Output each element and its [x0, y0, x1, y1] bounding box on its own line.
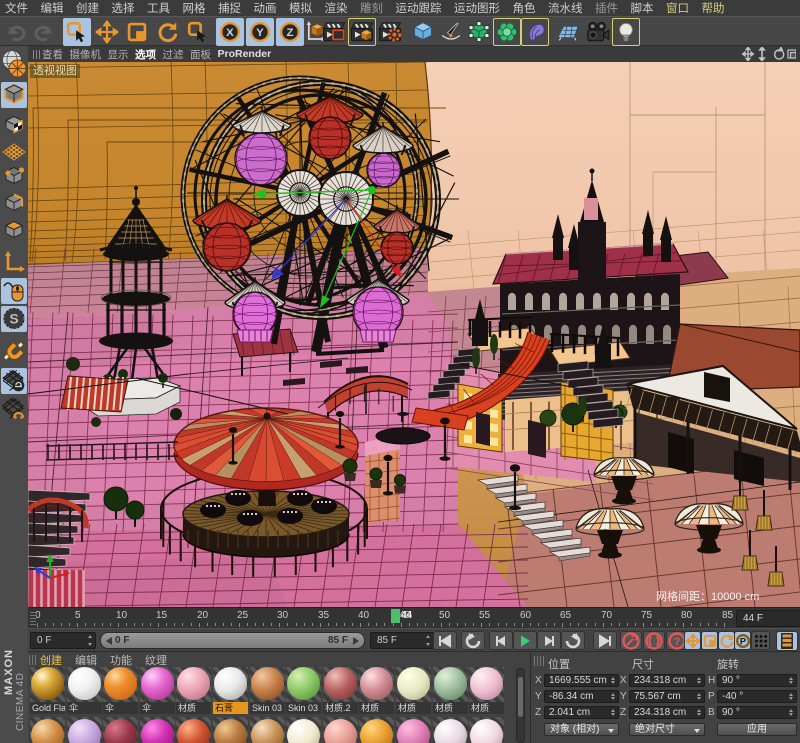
- svg-text:网格间距：10000 cm: 网格间距：10000 cm: [656, 589, 759, 603]
- svg-text:X: X: [226, 27, 234, 39]
- svg-text:S: S: [9, 311, 18, 327]
- svg-text:Y: Y: [256, 27, 264, 39]
- svg-text:P: P: [739, 636, 745, 646]
- svg-text:Z: Z: [287, 27, 294, 39]
- svg-text:?: ?: [674, 636, 681, 648]
